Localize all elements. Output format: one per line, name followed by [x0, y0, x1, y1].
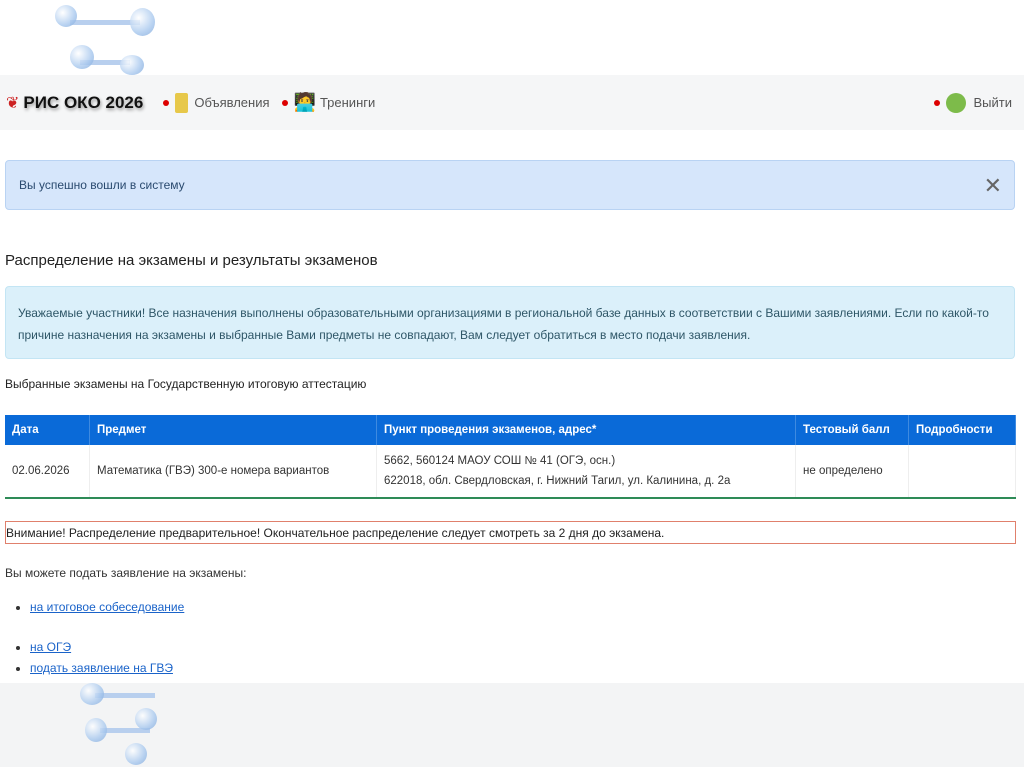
cell-place: 5662, 560124 МАОУ СОШ № 41 (ОГЭ, осн.) 62…: [376, 445, 796, 498]
trainings-icon: 🧑‍💻: [293, 92, 316, 112]
table-row: 02.06.2026 Математика (ГВЭ) 300-е номера…: [5, 445, 1016, 498]
header-date: Дата: [5, 415, 90, 445]
place-name: 5662, 560124 МАОУ СОШ № 41 (ОГЭ, осн.): [384, 455, 616, 467]
success-alert: Вы успешно вошли в систему ✕: [5, 160, 1015, 210]
apply-text: Вы можете подать заявление на экзамены:: [5, 566, 247, 580]
nav-announcements[interactable]: Объявления: [194, 95, 269, 110]
cell-date: 02.06.2026: [5, 445, 90, 498]
close-icon[interactable]: ✕: [984, 173, 1002, 199]
brand-title[interactable]: РИС ОКО 2026: [23, 93, 143, 113]
link-interview[interactable]: на итоговое собеседование: [30, 600, 184, 614]
table-header: Дата Предмет Пункт проведения экзаменов,…: [5, 415, 1016, 445]
warning-notice: Внимание! Распределение предварительное!…: [5, 521, 1016, 544]
success-alert-text: Вы успешно вошли в систему: [19, 178, 185, 192]
cell-details[interactable]: [908, 445, 1016, 498]
header-details: Подробности: [908, 415, 1016, 445]
link-gve[interactable]: подать заявление на ГВЭ: [30, 661, 173, 675]
page-title: Распределение на экзамены и результаты э…: [5, 252, 378, 269]
logo-icon: ❦: [6, 94, 20, 112]
section-subtitle: Выбранные экзамены на Государственную ит…: [5, 377, 367, 391]
logout-icon: [945, 92, 966, 113]
announcements-icon: [175, 92, 189, 113]
header-score: Тестовый балл: [795, 415, 909, 445]
cell-score: не определено: [795, 445, 909, 498]
link-oge[interactable]: на ОГЭ: [30, 640, 71, 654]
exams-table: Дата Предмет Пункт проведения экзаменов,…: [5, 415, 1016, 499]
cell-subject: Математика (ГВЭ) 300-е номера вариантов: [89, 445, 377, 498]
nav-trainings[interactable]: Тренинги: [320, 95, 375, 110]
header-place: Пункт проведения экзаменов, адрес*: [376, 415, 796, 445]
place-address: 622018, обл. Свердловская, г. Нижний Таг…: [384, 475, 731, 487]
logout-link[interactable]: Выйти: [974, 95, 1013, 110]
header-subject: Предмет: [89, 415, 377, 445]
footer: [0, 683, 1024, 767]
top-navbar: ❦ РИС ОКО 2026 Объявления 🧑‍💻 Тренинги В…: [0, 75, 1024, 130]
info-notice: Уважаемые участники! Все назначения выпо…: [5, 286, 1015, 359]
